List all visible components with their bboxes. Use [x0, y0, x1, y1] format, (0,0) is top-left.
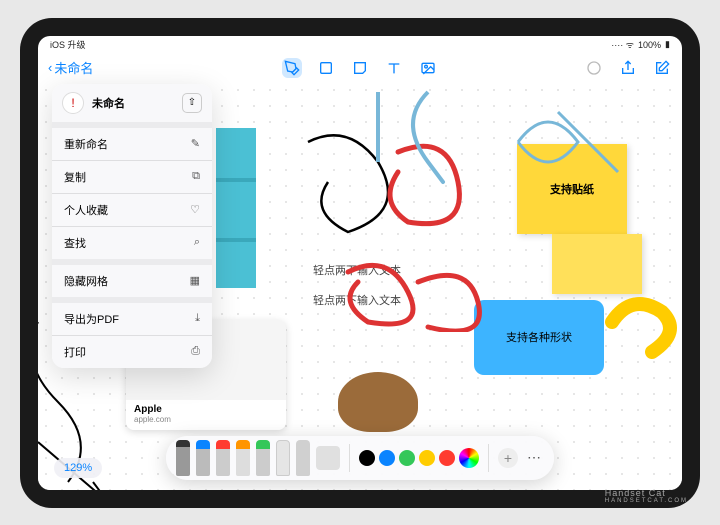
media-tool-button[interactable]	[418, 58, 438, 78]
back-button[interactable]: ‹ 未命名	[48, 58, 93, 77]
share-button[interactable]	[618, 58, 638, 78]
menu-item-find[interactable]: 查找⌕	[52, 227, 212, 259]
grid-icon: ▦	[190, 274, 200, 287]
status-left: iOS 升级	[50, 38, 86, 51]
pencil-icon: ✎	[191, 137, 200, 150]
top-toolbar: ‹ 未命名	[38, 54, 682, 82]
drawing-tool-tray: + ⋯	[166, 436, 554, 480]
download-icon: ⤓	[195, 312, 200, 325]
copy-icon: ⧉	[192, 170, 200, 183]
menu-item-rename[interactable]: 重新命名✎	[52, 128, 212, 160]
link-title: Apple	[134, 404, 278, 415]
add-tool-button[interactable]: +	[498, 448, 518, 468]
divider	[349, 444, 350, 472]
bamboo-image[interactable]	[216, 128, 256, 288]
undo-button[interactable]	[584, 58, 604, 78]
menu-title: 未命名	[92, 95, 174, 111]
status-bar: iOS 升级 ···· ᯤ 100% ▮	[38, 36, 682, 54]
swatch-green[interactable]	[399, 450, 415, 466]
swatch-blue[interactable]	[379, 450, 395, 466]
menu-item-export-pdf[interactable]: 导出为PDF⤓	[52, 303, 212, 335]
divider	[488, 444, 489, 472]
menu-item-hide-grid[interactable]: 隐藏网格▦	[52, 265, 212, 297]
board-context-menu: ! 未命名 ⇧ 重新命名✎ 复制⧉ 个人收藏♡ 查找⌕ 隐藏网格▦ 导出为PDF…	[52, 84, 212, 368]
board-avatar-icon: !	[62, 92, 84, 114]
heart-icon: ♡	[190, 203, 200, 216]
shape-tool-button[interactable]	[316, 58, 336, 78]
lasso-tool[interactable]	[296, 440, 310, 476]
pencil-tool[interactable]	[256, 440, 270, 476]
print-icon: ⎙	[191, 345, 200, 358]
text-tool-button[interactable]	[384, 58, 404, 78]
swatch-yellow[interactable]	[419, 450, 435, 466]
brush-tool[interactable]	[196, 440, 210, 476]
color-swatches	[359, 448, 479, 468]
dog-sticker[interactable]	[338, 372, 418, 432]
sticky-note-yellow[interactable]: 支持贴纸	[517, 144, 627, 234]
sticky-note-yellow-2[interactable]	[552, 234, 642, 294]
marker-tool[interactable]	[216, 440, 230, 476]
pen-tool[interactable]	[176, 440, 190, 476]
menu-item-duplicate[interactable]: 复制⧉	[52, 161, 212, 193]
rounded-rect-shape[interactable]: 支持各种形状	[474, 300, 604, 375]
ruler-tool[interactable]	[316, 446, 340, 470]
menu-item-favorite[interactable]: 个人收藏♡	[52, 194, 212, 226]
link-domain: apple.com	[134, 415, 278, 424]
text-placeholder-2[interactable]: 轻点两下输入文本	[313, 292, 401, 308]
search-icon: ⌕	[194, 236, 200, 249]
menu-item-print[interactable]: 打印⎙	[52, 336, 212, 368]
compose-button[interactable]	[652, 58, 672, 78]
sticky-tool-button[interactable]	[350, 58, 370, 78]
wifi-icon: ···· ᯤ	[611, 38, 634, 51]
pen-tool-button[interactable]	[282, 58, 302, 78]
eraser-tool[interactable]	[276, 440, 290, 476]
zoom-level-button[interactable]: 129%	[54, 458, 102, 478]
chevron-left-icon: ‹	[48, 60, 52, 75]
menu-share-button[interactable]: ⇧	[182, 93, 202, 113]
watermark: Handset Cat HANDSETCAT.COM	[605, 488, 688, 504]
more-options-button[interactable]: ⋯	[524, 448, 544, 468]
color-picker-button[interactable]	[459, 448, 479, 468]
crayon-tool[interactable]	[236, 440, 250, 476]
battery-indicator: 100%	[638, 40, 661, 50]
swatch-black[interactable]	[359, 450, 375, 466]
text-placeholder-1[interactable]: 轻点两下输入文本	[313, 262, 401, 278]
battery-icon: ▮	[665, 39, 670, 50]
document-title: 未命名	[54, 58, 93, 77]
swatch-red[interactable]	[439, 450, 455, 466]
